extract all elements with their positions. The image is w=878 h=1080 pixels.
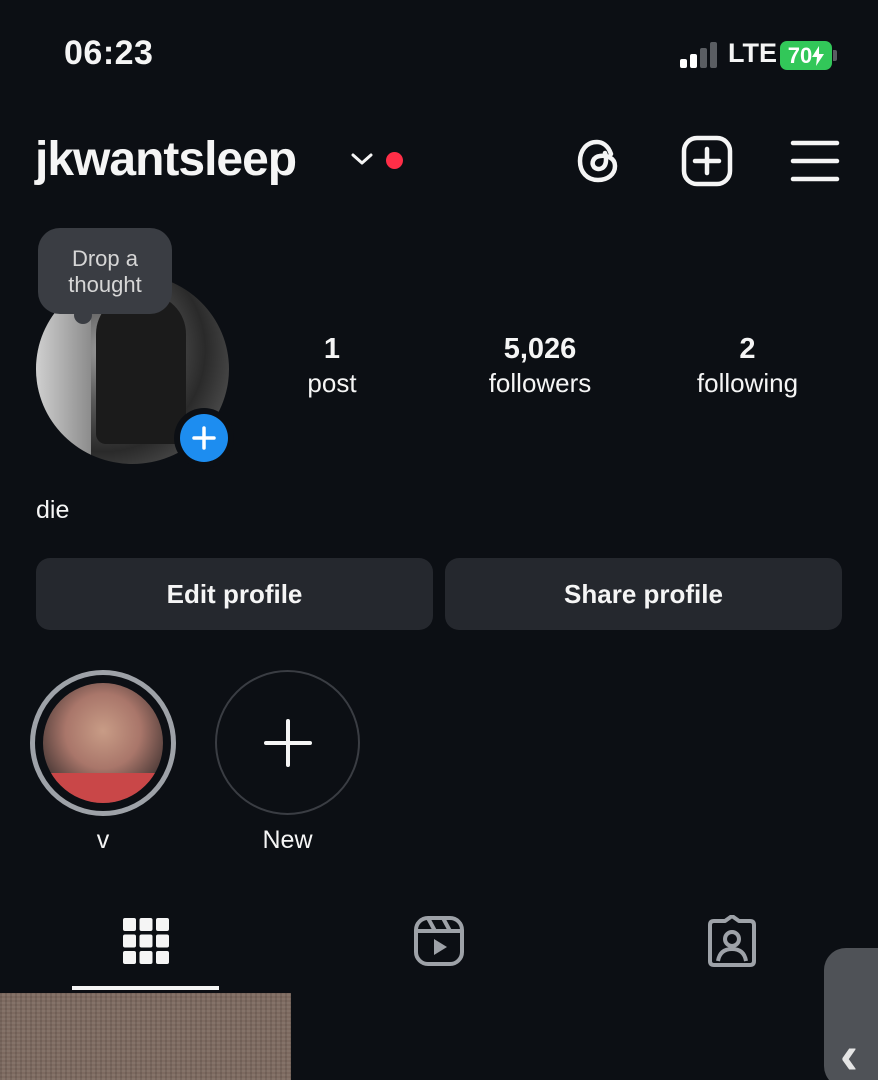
signal-strength-icon bbox=[680, 42, 720, 68]
profile-bio: die bbox=[36, 496, 70, 524]
profile-username[interactable]: jkwantsleep bbox=[35, 132, 297, 187]
create-post-icon[interactable] bbox=[680, 134, 734, 188]
battery-tip bbox=[833, 50, 837, 61]
stat-label: followers bbox=[488, 368, 592, 398]
chevron-left-icon: ‹ bbox=[840, 1025, 858, 1080]
grid-tab-icon[interactable] bbox=[120, 915, 172, 967]
tagged-tab-icon[interactable] bbox=[706, 915, 758, 967]
notification-dot bbox=[386, 152, 403, 169]
highlight-label: v bbox=[96, 826, 110, 854]
share-profile-button[interactable]: Share profile bbox=[445, 558, 842, 630]
note-bubble[interactable]: Drop a thought bbox=[38, 228, 172, 314]
highlight-cover-photo bbox=[43, 683, 163, 803]
side-drawer-handle[interactable]: ‹ bbox=[824, 948, 878, 1080]
new-highlight-label: New bbox=[262, 826, 313, 854]
plus-icon bbox=[192, 426, 216, 450]
posts-count[interactable]: 1 post bbox=[272, 332, 392, 400]
stat-label: post bbox=[307, 368, 357, 398]
battery-level: 70 bbox=[787, 42, 813, 68]
charging-bolt-icon bbox=[812, 45, 825, 66]
stat-value: 1 bbox=[323, 333, 341, 365]
story-highlight[interactable] bbox=[30, 670, 176, 816]
stat-label: following bbox=[696, 368, 799, 398]
following-count[interactable]: 2 following bbox=[670, 332, 825, 400]
plus-icon bbox=[263, 718, 312, 767]
stat-value: 5,026 bbox=[503, 333, 577, 365]
add-story-badge[interactable] bbox=[174, 408, 234, 468]
network-type: LTE bbox=[728, 38, 777, 68]
chevron-down-icon[interactable] bbox=[350, 150, 374, 168]
reels-tab-icon[interactable] bbox=[413, 915, 465, 967]
edit-profile-button[interactable]: Edit profile bbox=[36, 558, 433, 630]
avatar-photo-figure bbox=[96, 294, 186, 444]
menu-icon[interactable] bbox=[788, 134, 842, 188]
followers-count[interactable]: 5,026 followers bbox=[460, 332, 620, 400]
post-thumbnail[interactable] bbox=[0, 993, 291, 1080]
threads-icon[interactable] bbox=[572, 134, 626, 188]
active-tab-indicator bbox=[72, 986, 219, 990]
battery-indicator: 70 bbox=[780, 41, 832, 70]
stat-value: 2 bbox=[739, 333, 756, 365]
status-time: 06:23 bbox=[64, 34, 154, 72]
new-highlight-button[interactable] bbox=[215, 670, 360, 815]
